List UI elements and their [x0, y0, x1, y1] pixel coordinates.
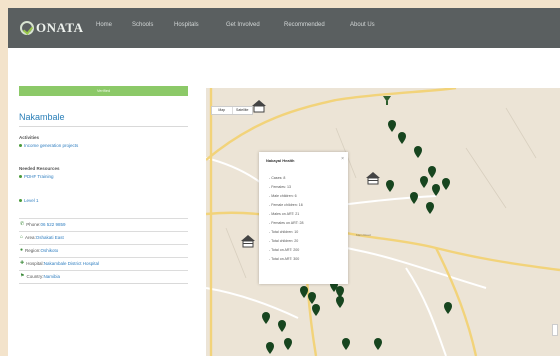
map-pin-icon[interactable] [388, 120, 396, 132]
zoom-control[interactable] [552, 324, 558, 336]
top-navbar: ONATA Home Schools Hospitals Get Involve… [8, 8, 560, 48]
marker-icon: ● [20, 247, 24, 253]
detail-label: Country: [26, 273, 44, 279]
title-divider [19, 126, 188, 127]
popup-list: Cases: 8 Females: 13 Male children: 6 Fe… [269, 174, 304, 264]
tree-icon [383, 96, 391, 105]
map-pin-icon[interactable] [336, 286, 344, 298]
detail-label: Region: [25, 247, 41, 253]
popup-item: Total children: 10 [269, 228, 304, 237]
nav-link-hospitals[interactable]: Hospitals [174, 22, 199, 28]
close-icon[interactable]: × [341, 156, 344, 162]
popup-item: Males on ART: 21 [269, 210, 304, 219]
map-type-control[interactable]: Map Satellite [211, 106, 253, 115]
bullet-icon [19, 144, 22, 147]
map-pin-icon[interactable] [398, 132, 406, 144]
detail-value[interactable]: 06 522 9859 [40, 222, 65, 227]
resources-link-label: PDHF Training [24, 174, 54, 179]
map-pin-icon[interactable] [262, 312, 270, 324]
map-pin-icon[interactable] [414, 146, 422, 158]
flag-icon: ⚑ [20, 273, 25, 279]
detail-row-region: ● Region: Oshikoto [19, 244, 188, 255]
nav-link-home[interactable]: Home [96, 22, 112, 28]
nav-link-schools[interactable]: Schools [132, 22, 153, 28]
map-pin-icon[interactable] [374, 338, 382, 350]
bullet-icon [19, 175, 22, 178]
detail-row-area: ⌂ Area: Oshakati East [19, 231, 188, 242]
map-pin-icon[interactable] [278, 320, 286, 332]
popup-item: Male children: 6 [269, 192, 304, 201]
map-type-satellite[interactable]: Satellite [231, 107, 253, 114]
map-pin-icon[interactable] [284, 338, 292, 350]
info-popup: Nakayal Health × Cases: 8 Females: 13 Ma… [259, 152, 348, 284]
popup-item: Total children: 20 [269, 237, 304, 246]
map-pin-icon[interactable] [386, 180, 394, 192]
status-bar: Verified [19, 86, 188, 96]
popup-item: Females on ART: 28 [269, 219, 303, 228]
hospital-icon: ✚ [20, 260, 25, 266]
place-title: Nakambale [19, 112, 65, 122]
resources-link[interactable]: PDHF Training [19, 174, 54, 179]
logo-check-icon [20, 21, 34, 35]
phone-icon: ✆ [20, 221, 25, 227]
map-pin-icon[interactable] [444, 302, 452, 314]
popup-item: Female children: 16 [269, 201, 304, 210]
level-link[interactable]: Level 1 [19, 198, 39, 203]
detail-row-phone: ✆ Phone: 06 522 9859 [19, 218, 188, 229]
popup-item: Females: 13 [269, 183, 304, 192]
detail-row-hospital: ✚ Hospital: Nakambale District Hospital [19, 257, 188, 268]
activities-link[interactable]: Income generation projects [19, 143, 78, 148]
house-icon[interactable] [366, 172, 380, 185]
detail-value[interactable]: Oshakati East [36, 235, 64, 240]
popup-title: Nakayal Health [266, 158, 295, 163]
resources-heading: Needed Resources [19, 166, 60, 171]
popup-item: Cases: 8 [269, 174, 304, 183]
map-pin-icon[interactable] [266, 342, 274, 354]
activities-link-label: Income generation projects [24, 143, 79, 148]
map-pin-icon[interactable] [300, 286, 308, 298]
nav-link-about[interactable]: About Us [350, 22, 375, 28]
map-type-map[interactable]: Map [212, 107, 232, 114]
house-icon[interactable] [252, 100, 266, 113]
detail-label: Area: [25, 234, 36, 240]
nav-link-get-involved[interactable]: Get Involved [226, 22, 260, 28]
level-link-label: Level 1 [24, 198, 39, 203]
logo-text: ONATA [36, 20, 84, 35]
road-label: Main Road [356, 233, 371, 237]
nav-link-recommended[interactable]: Recommended [284, 22, 325, 28]
map-pin-icon[interactable] [410, 192, 418, 204]
map-pin-icon[interactable] [426, 202, 434, 214]
house-icon[interactable] [241, 235, 255, 248]
bullet-icon [19, 199, 22, 202]
details-divider [19, 283, 188, 284]
map-pin-icon[interactable] [342, 338, 350, 350]
map-pin-icon[interactable] [420, 176, 428, 188]
map-pin-icon[interactable] [312, 304, 320, 316]
detail-value[interactable]: Namibia [44, 274, 61, 279]
map-pin-icon[interactable] [432, 184, 440, 196]
popup-item: Total on ART: 300 [269, 255, 304, 264]
detail-label: Hospital: [26, 260, 44, 266]
popup-item: Total on ART: 200 [269, 246, 304, 255]
site-logo[interactable]: ONATA [20, 19, 84, 37]
home-icon: ⌂ [20, 234, 24, 240]
activities-heading: Activities [19, 135, 40, 140]
detail-row-country: ⚑ Country: Namibia [19, 270, 188, 281]
map-pin-icon[interactable] [442, 178, 450, 190]
detail-value[interactable]: Nakambale District Hospital [44, 261, 99, 266]
map-pin-icon[interactable] [428, 166, 436, 178]
detail-value[interactable]: Oshikoto [41, 248, 59, 253]
detail-label: Phone: [26, 221, 41, 227]
